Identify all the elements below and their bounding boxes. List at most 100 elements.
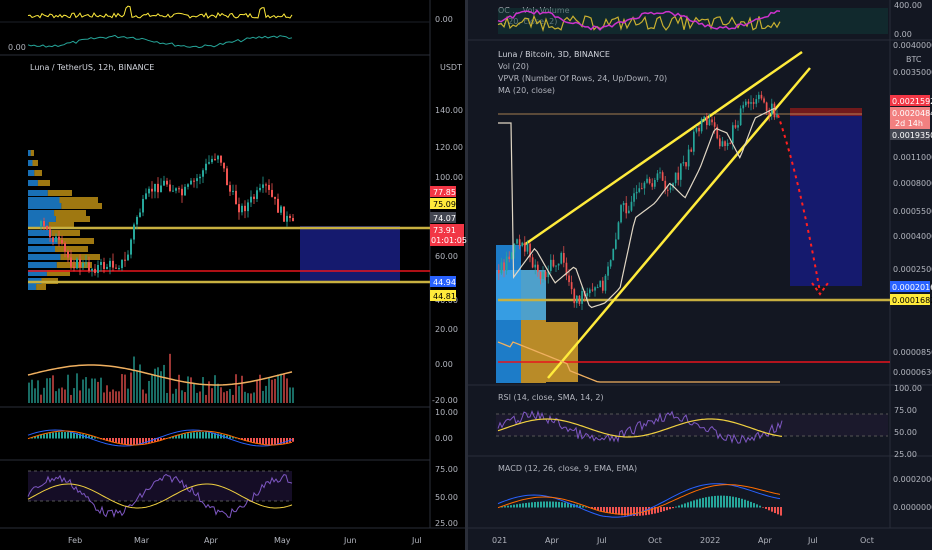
left-volume-bar-4 (40, 394, 42, 403)
left-candle-body-45 (175, 188, 177, 191)
right-macd-hist-13 (537, 501, 539, 508)
left-candle-body-48 (184, 186, 186, 196)
right-candle-body-65 (667, 189, 669, 191)
left-candle-body-28 (124, 259, 126, 261)
right-vpvr-block-3 (496, 270, 546, 320)
right-candle-body-91 (734, 125, 737, 128)
left-candle-body-23 (109, 260, 111, 267)
left-candle-body-10 (70, 257, 72, 267)
right-chart-title: Luna / Bitcoin, 3D, BINANCE (498, 50, 610, 59)
left-candle-body-36 (148, 188, 150, 194)
right-candle-body-58 (648, 178, 651, 184)
right-macd-hist-82 (744, 499, 746, 508)
left-volume-bar-11 (61, 387, 63, 403)
left-volume-bar-23 (97, 381, 99, 403)
left-candle-body-41 (163, 180, 165, 186)
right-macd-hist-11 (531, 502, 533, 508)
left-volume-bar-46 (166, 392, 168, 403)
left-volume-bar-5 (43, 387, 45, 403)
left-time-jun: Jun (343, 536, 357, 545)
right-candle-body-34 (586, 293, 589, 296)
right-macd-hist-59 (675, 506, 677, 508)
left-rsi-axis-25: 25.00 (435, 519, 458, 528)
left-candle-body-0 (40, 221, 42, 226)
left-top-ind-value: 0.00 (435, 15, 453, 24)
left-macd-hist-9 (55, 432, 57, 439)
left-macd-hist-59 (205, 432, 207, 439)
left-macd-hist-34 (130, 438, 132, 445)
left-macd-hist-11 (61, 432, 63, 439)
right-macd-hist-80 (738, 497, 740, 508)
left-volume-bar-31 (121, 374, 123, 403)
right-candle-body-5 (511, 252, 513, 260)
right-candle-body-78 (700, 118, 703, 132)
left-macd-hist-32 (124, 438, 126, 445)
right-time-jul2: Jul (807, 536, 818, 545)
right-candle-body-90 (732, 125, 734, 144)
left-macd-hist-36 (136, 438, 138, 445)
right-macd-hist-5 (513, 504, 515, 508)
left-volume-bar-82 (274, 378, 276, 403)
right-macd-axis-0002: 0.0002000 (893, 475, 932, 484)
right-macd-hist-4 (510, 505, 512, 508)
right-candle-body-94 (742, 105, 745, 109)
right-macd-hist-75 (723, 495, 725, 508)
left-vpvr-down-0 (30, 150, 34, 156)
left-macd-hist-40 (148, 438, 150, 443)
right-macd-hist-3 (507, 505, 509, 508)
right-macd-hist-36 (606, 507, 608, 513)
rtag-0002016: 0.0002016 (892, 283, 932, 292)
right-macd-hist-72 (714, 495, 716, 508)
left-volume-bar-86 (286, 378, 288, 403)
left-candle-body-50 (190, 180, 192, 185)
left-candle-body-12 (76, 258, 78, 269)
right-axis-0035: 0.0035000 (893, 68, 932, 77)
right-macd-hist-46 (636, 507, 638, 516)
right-macd-hist-39 (615, 507, 617, 515)
right-axis-00055: 0.0005500 (893, 207, 932, 216)
right-candle-body-100 (758, 94, 760, 100)
left-candle-body-72 (256, 190, 258, 199)
left-second-ind-value: 0.00 (8, 43, 26, 52)
left-candle-body-3 (49, 229, 51, 238)
left-volume-bar-6 (46, 378, 48, 403)
left-macd-hist-5 (43, 434, 45, 439)
right-macd-hist-23 (567, 503, 569, 508)
right-macd-hist-63 (687, 502, 689, 508)
left-candle-body-81 (283, 206, 285, 222)
left-candle-body-11 (73, 266, 75, 269)
left-vpvr-up-17 (28, 284, 37, 290)
left-candle-body-7 (61, 239, 63, 244)
left-candle-body-5 (55, 236, 57, 243)
right-candle-body-85 (719, 138, 721, 147)
panel-divider[interactable] (465, 0, 468, 550)
right-candle-body-36 (591, 289, 594, 291)
left-macd-hist-58 (202, 432, 204, 439)
right-macd-hist-94 (780, 507, 782, 516)
trading-charts[interactable]: 0.00 0.00 Luna / TetherUS, 12h, BINANCE … (0, 0, 932, 550)
left-macd-hist-81 (271, 438, 273, 445)
left-vpvr-up-2 (28, 170, 35, 176)
right-macd-hist-35 (603, 507, 605, 512)
right-axis-0011: 0.0011000 (893, 153, 932, 162)
left-vpvr-down-12 (55, 246, 88, 252)
left-macd-hist-55 (193, 432, 195, 439)
left-macd-hist-4 (40, 434, 42, 439)
left-volume-bar-71 (241, 375, 243, 403)
left-axis-140: 140.00 (435, 106, 463, 115)
left-candle-body-65 (235, 190, 237, 205)
left-vpvr-up-1 (28, 160, 33, 166)
right-candle-body-10 (524, 242, 526, 252)
left-candle-body-61 (223, 162, 225, 169)
right-macd-hist-70 (708, 496, 710, 508)
right-macd-hist-17 (549, 501, 551, 508)
right-axis-000085: 0.0000850 (893, 348, 932, 357)
right-time-jul: Jul (596, 536, 607, 545)
left-candle-body-70 (250, 196, 252, 203)
right-candle-body-15 (537, 264, 539, 272)
right-candle-body-83 (713, 122, 716, 127)
right-macd-hist-16 (546, 501, 548, 508)
left-candle-body-33 (139, 212, 141, 217)
left-candle-body-60 (220, 155, 222, 163)
left-macd-hist-79 (265, 438, 267, 445)
